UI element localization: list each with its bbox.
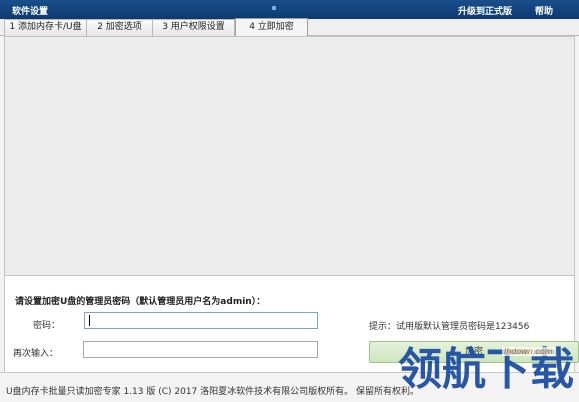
copyright-text: U盘内存卡批量只读加密专家 1.13 版 (C) 2017 洛阳夏冰软件技术有限… bbox=[6, 387, 420, 397]
password-prompt: 请设置加密U盘的管理员密码（默认管理员用户名为admin）： bbox=[15, 297, 266, 307]
tab-strip: 1 添加内存卡/U盘 2 加密选项 3 用户权限设置 4 立即加密 bbox=[0, 18, 579, 36]
tab-encrypt-options[interactable]: 2 加密选项 bbox=[86, 19, 153, 36]
help-link[interactable]: 帮助 bbox=[535, 4, 553, 17]
password-input[interactable] bbox=[84, 312, 318, 329]
tab-user-permissions[interactable]: 3 用户权限设置 bbox=[152, 19, 235, 36]
confirm-password-input[interactable] bbox=[83, 341, 318, 358]
default-password-hint: 提示：试用版默认管理员密码是123456 bbox=[369, 322, 530, 332]
tab-content-panel bbox=[4, 36, 575, 276]
text-cursor bbox=[89, 315, 90, 326]
confirm-password-label: 再次输入： bbox=[13, 349, 59, 359]
tab-encrypt-now[interactable]: 4 立即加密 bbox=[235, 18, 308, 36]
title-bar-marker bbox=[272, 6, 276, 10]
title-bar: 软件设置 升级到正式版 帮助 bbox=[0, 0, 579, 19]
app-window: 软件设置 升级到正式版 帮助 1 添加内存卡/U盘 2 加密选项 3 用户权限设… bbox=[0, 0, 579, 402]
upgrade-link[interactable]: 升级到正式版 bbox=[458, 4, 512, 17]
window-title: 软件设置 bbox=[12, 7, 49, 17]
password-label: 密码： bbox=[33, 321, 61, 331]
watermark-url: lhdown.com bbox=[502, 347, 555, 356]
tab-add-card[interactable]: 1 添加内存卡/U盘 bbox=[4, 19, 87, 36]
